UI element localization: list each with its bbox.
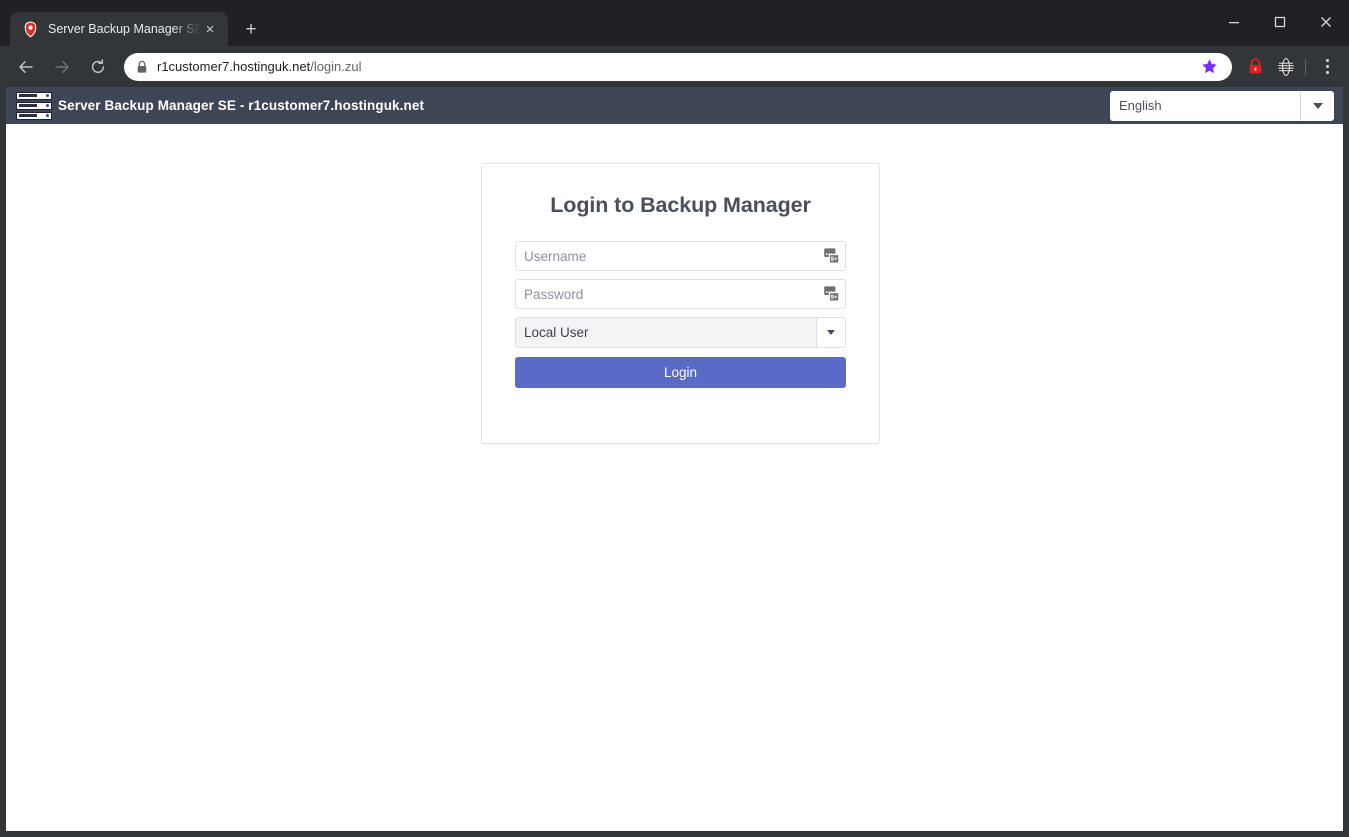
password-input[interactable]: [515, 279, 846, 309]
rack-unit: [16, 111, 52, 120]
browser-tab-active[interactable]: Server Backup Manager SE ×: [10, 12, 228, 46]
login-button[interactable]: Login: [515, 357, 846, 388]
username-input[interactable]: [515, 241, 846, 271]
window-controls: [1211, 0, 1349, 44]
new-tab-button[interactable]: +: [236, 14, 266, 44]
language-select-value: English: [1119, 98, 1162, 113]
rack-bar: [19, 94, 37, 97]
password-manager-fill-icon[interactable]: 9+: [823, 285, 841, 303]
page-body: Login to Backup Manager Username 9+ 9+ L…: [6, 124, 1343, 831]
shield-favicon-icon: [22, 21, 39, 38]
username-field-wrapper: 9+: [515, 241, 846, 271]
url-domain: r1customer7.hostinguk.net: [157, 59, 311, 74]
browser-toolbar: r1customer7.hostinguk.net/login.zul: [0, 46, 1349, 87]
svg-text:9+: 9+: [831, 257, 838, 263]
chevron-down-icon[interactable]: [816, 318, 845, 347]
rack-unit: [16, 101, 52, 110]
menu-dot: [1325, 59, 1329, 62]
forward-button-icon[interactable]: [47, 52, 77, 82]
toolbar-divider: [1305, 58, 1306, 75]
tab-close-icon[interactable]: ×: [200, 19, 220, 39]
address-bar[interactable]: r1customer7.hostinguk.net/login.zul: [124, 52, 1232, 81]
back-button-icon[interactable]: [11, 52, 41, 82]
page-viewport: Server Backup Manager SE - r1customer7.h…: [6, 87, 1343, 831]
reload-button-icon[interactable]: [83, 52, 113, 82]
rack-unit: [16, 91, 52, 100]
tab-strip: Server Backup Manager SE × +: [0, 0, 1349, 46]
page-title: Login to Backup Manager: [550, 193, 811, 217]
url-path: /login.zul: [310, 59, 362, 74]
chrome-menu-icon[interactable]: [1313, 52, 1341, 82]
app-header-title: Server Backup Manager SE - r1customer7.h…: [58, 98, 425, 113]
language-select[interactable]: English: [1110, 90, 1334, 121]
rack-led: [46, 94, 49, 97]
caret-shape: [827, 330, 835, 335]
domain-select-value: Local User: [524, 325, 589, 340]
rack-bar: [19, 104, 37, 107]
window-maximize-button[interactable]: [1257, 0, 1303, 44]
server-rack-icon: [16, 90, 52, 122]
window-minimize-button[interactable]: [1211, 0, 1257, 44]
domain-select[interactable]: Local User: [515, 317, 846, 348]
password-manager-fill-icon[interactable]: 9+: [823, 247, 841, 265]
chevron-down-icon[interactable]: [1300, 90, 1334, 121]
lock-icon: [136, 60, 148, 74]
rack-bar: [19, 114, 37, 117]
password-manager-extension-icon[interactable]: [1241, 53, 1269, 81]
browser-extension-icon[interactable]: [1272, 53, 1300, 81]
svg-text:9+: 9+: [831, 295, 838, 301]
caret-shape: [1312, 102, 1323, 109]
bookmark-star-icon[interactable]: [1196, 54, 1222, 80]
login-card: Login to Backup Manager Username 9+ 9+ L…: [481, 163, 880, 444]
window-close-button[interactable]: [1303, 0, 1349, 44]
menu-dot: [1325, 71, 1329, 74]
rack-led: [46, 114, 49, 117]
address-bar-url: r1customer7.hostinguk.net/login.zul: [157, 59, 1192, 74]
browser-tab-title: Server Backup Manager SE: [48, 22, 200, 36]
app-header-bar: Server Backup Manager SE - r1customer7.h…: [6, 87, 1343, 124]
menu-dot: [1325, 65, 1329, 68]
browser-window: Server Backup Manager SE × + r1customer7…: [0, 0, 1349, 837]
rack-led: [46, 104, 49, 107]
login-form: 9+: [515, 241, 846, 388]
password-field-wrapper: 9+: [515, 279, 846, 309]
